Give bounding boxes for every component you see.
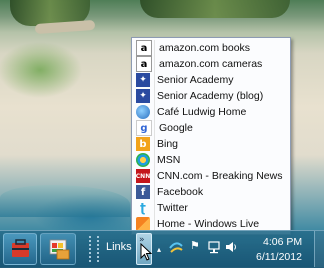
twitter-icon: ʈ [140, 201, 146, 215]
menu-item-senior-academy-blog[interactable]: ✦ Senior Academy (blog) [134, 88, 288, 104]
amazon-icon: a [136, 40, 152, 56]
menu-item-cafe-ludwig[interactable]: Café Ludwig Home [134, 104, 288, 120]
menu-item-senior-academy[interactable]: ✦ Senior Academy [134, 72, 288, 88]
mouse-pointer-icon [140, 243, 152, 261]
menu-item-google[interactable]: g Google [134, 120, 288, 136]
menu-item-cnn[interactable]: CNN CNN.com - Breaking News [134, 168, 288, 184]
senior-academy-icon: ✦ [136, 89, 150, 103]
toolbox-taskbar-button[interactable] [3, 233, 37, 265]
globe-icon [136, 105, 150, 119]
shoreline [0, 185, 130, 217]
google-icon: g [136, 120, 152, 136]
menu-item-twitter[interactable]: ʈ Twitter [134, 200, 288, 216]
show-hidden-icons-icon[interactable]: ▴ [157, 246, 163, 254]
facebook-icon: f [136, 185, 150, 199]
menu-item-bing[interactable]: b Bing [134, 136, 288, 152]
show-desktop-button[interactable] [314, 231, 324, 267]
links-toolbar-label[interactable]: Links [106, 241, 132, 253]
bing-icon: b [136, 137, 150, 151]
paint-icon [49, 239, 70, 260]
cnn-icon: CNN [136, 169, 150, 183]
toolbar-grip[interactable] [97, 236, 102, 262]
amazon-icon: a [136, 56, 152, 72]
palm-foliage [140, 0, 290, 18]
volume-icon[interactable] [224, 240, 238, 254]
clock-time[interactable]: 4:06 PM [263, 236, 302, 248]
clock-date[interactable]: 6/11/2012 [256, 251, 302, 263]
toolbox-icon [12, 239, 29, 257]
menu-item-facebook[interactable]: f Facebook [134, 184, 288, 200]
links-menu: a amazon.com books a amazon.com cameras … [131, 37, 291, 235]
network-icon[interactable] [207, 240, 221, 254]
windows-live-icon [136, 217, 150, 231]
network-sync-icon[interactable] [168, 238, 184, 256]
paint-taskbar-button[interactable] [40, 233, 76, 265]
toolbar-grip[interactable] [89, 236, 94, 262]
senior-academy-icon: ✦ [136, 73, 150, 87]
menu-item-amazon-books[interactable]: a amazon.com books [134, 40, 288, 56]
action-center-flag-icon[interactable]: ⚑ [190, 239, 200, 252]
msn-icon [136, 153, 150, 167]
menu-item-amazon-cameras[interactable]: a amazon.com cameras [134, 56, 288, 72]
menu-item-msn[interactable]: MSN [134, 152, 288, 168]
